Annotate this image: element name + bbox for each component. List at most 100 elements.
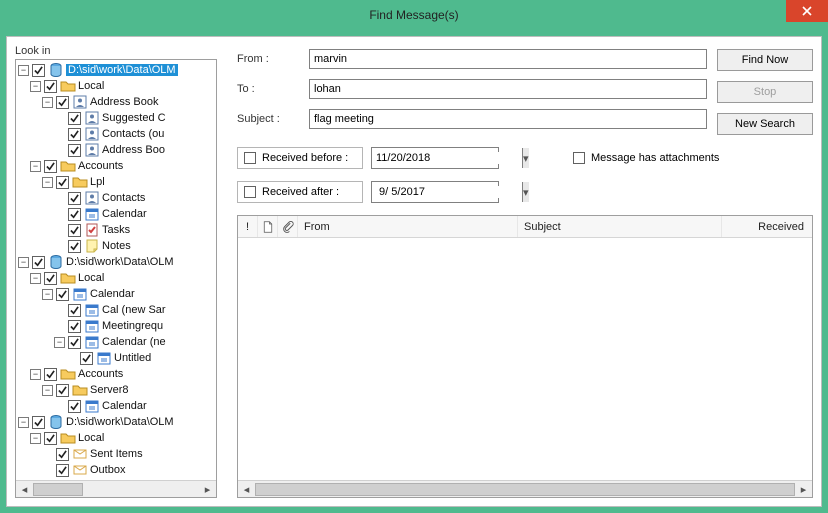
- tree-row[interactable]: −Local: [18, 78, 216, 94]
- collapse-icon[interactable]: −: [18, 257, 29, 268]
- tree-checkbox[interactable]: [68, 400, 81, 413]
- collapse-icon[interactable]: −: [42, 385, 53, 396]
- received-before-date[interactable]: ▾: [371, 147, 499, 169]
- tree-checkbox[interactable]: [68, 192, 81, 205]
- tree-checkbox[interactable]: [44, 160, 57, 173]
- tree-row[interactable]: Tasks: [18, 222, 216, 238]
- collapse-icon[interactable]: −: [30, 81, 41, 92]
- tree-row[interactable]: −D:\sid\work\Data\OLM: [18, 414, 216, 430]
- subject-input[interactable]: [309, 109, 707, 129]
- received-after-input[interactable]: [372, 186, 522, 198]
- collapse-icon[interactable]: −: [30, 273, 41, 284]
- tree-row[interactable]: −Server8: [18, 382, 216, 398]
- collapse-icon[interactable]: −: [18, 417, 29, 428]
- tree-row[interactable]: −Calendar: [18, 286, 216, 302]
- received-before-label: Received before :: [262, 152, 348, 164]
- received-after-checkbox[interactable]: [244, 186, 256, 198]
- tree-checkbox[interactable]: [68, 336, 81, 349]
- tree-checkbox[interactable]: [56, 384, 69, 397]
- col-received[interactable]: Received: [722, 216, 812, 237]
- tree-row[interactable]: −Local: [18, 270, 216, 286]
- tree-row[interactable]: Cal (new Sar: [18, 302, 216, 318]
- attachments-checkbox[interactable]: [573, 152, 585, 164]
- tree-checkbox[interactable]: [44, 80, 57, 93]
- chevron-down-icon[interactable]: ▾: [522, 182, 529, 202]
- tree-checkbox[interactable]: [68, 128, 81, 141]
- tree-row[interactable]: −D:\sid\work\Data\OLM: [18, 254, 216, 270]
- tree-row[interactable]: Calendar: [18, 398, 216, 414]
- tree-checkbox[interactable]: [56, 288, 69, 301]
- tree-row[interactable]: Notes: [18, 238, 216, 254]
- col-attach[interactable]: [278, 216, 298, 237]
- tree-checkbox[interactable]: [44, 368, 57, 381]
- tree-row[interactable]: −Calendar (ne: [18, 334, 216, 350]
- tree-row[interactable]: Suggested C: [18, 110, 216, 126]
- tree-checkbox[interactable]: [80, 352, 93, 365]
- tree-hscrollbar[interactable]: ◂ ▸: [16, 480, 216, 497]
- collapse-icon[interactable]: −: [42, 97, 53, 108]
- tree-row[interactable]: −D:\sid\work\Data\OLM: [18, 62, 216, 78]
- tree-row[interactable]: Meetingrequ: [18, 318, 216, 334]
- col-read[interactable]: [258, 216, 278, 237]
- tree-label: Notes: [102, 240, 131, 252]
- tree-checkbox[interactable]: [56, 448, 69, 461]
- tree-checkbox[interactable]: [32, 64, 45, 77]
- col-from[interactable]: From: [298, 216, 518, 237]
- tree-checkbox[interactable]: [44, 272, 57, 285]
- expander-blank: [54, 145, 65, 156]
- tree-checkbox[interactable]: [32, 416, 45, 429]
- to-input[interactable]: [309, 79, 707, 99]
- tree-checkbox[interactable]: [32, 256, 45, 269]
- received-before-input[interactable]: [372, 152, 522, 164]
- folder-tree[interactable]: −D:\sid\work\Data\OLM−Local−Address Book…: [15, 59, 217, 498]
- collapse-icon[interactable]: −: [30, 369, 41, 380]
- tree-row[interactable]: −Accounts: [18, 158, 216, 174]
- tree-label: Local: [78, 432, 104, 444]
- tree-checkbox[interactable]: [68, 320, 81, 333]
- tree-row[interactable]: Contacts (ou: [18, 126, 216, 142]
- tree-row[interactable]: Sent Items: [18, 446, 216, 462]
- tree-row[interactable]: − Local: [18, 430, 216, 446]
- tree-checkbox[interactable]: [56, 176, 69, 189]
- tree-checkbox[interactable]: [68, 112, 81, 125]
- close-button[interactable]: [786, 0, 828, 22]
- tree-checkbox[interactable]: [56, 464, 69, 477]
- collapse-icon[interactable]: −: [54, 337, 65, 348]
- chevron-down-icon[interactable]: ▾: [522, 148, 529, 168]
- tree-label: Tasks: [102, 224, 130, 236]
- tree-row[interactable]: Address Boo: [18, 142, 216, 158]
- tree-row[interactable]: −Accounts: [18, 366, 216, 382]
- tree-checkbox[interactable]: [68, 240, 81, 253]
- tree-row[interactable]: Contacts: [18, 190, 216, 206]
- results-list[interactable]: ! From Subject Received: [237, 215, 813, 498]
- tree-checkbox[interactable]: [56, 96, 69, 109]
- tree-row[interactable]: Calendar: [18, 206, 216, 222]
- subject-label: Subject :: [237, 113, 309, 125]
- tree-row[interactable]: −Lpl: [18, 174, 216, 190]
- col-subject[interactable]: Subject: [518, 216, 722, 237]
- find-now-button[interactable]: Find Now: [717, 49, 813, 71]
- tree-row[interactable]: Untitled: [18, 350, 216, 366]
- mail-icon: [72, 462, 88, 478]
- tree-row[interactable]: −Address Book: [18, 94, 216, 110]
- results-hscrollbar[interactable]: ◂ ▸: [238, 480, 812, 497]
- col-importance[interactable]: !: [238, 216, 258, 237]
- tree-checkbox[interactable]: [68, 144, 81, 157]
- received-after-date[interactable]: ▾: [371, 181, 499, 203]
- addr-icon: [84, 142, 100, 158]
- expander-blank: [54, 225, 65, 236]
- tree-checkbox[interactable]: [44, 432, 57, 445]
- collapse-icon[interactable]: −: [30, 433, 41, 444]
- tree-checkbox[interactable]: [68, 224, 81, 237]
- stop-button[interactable]: Stop: [717, 81, 813, 103]
- collapse-icon[interactable]: −: [18, 65, 29, 76]
- collapse-icon[interactable]: −: [42, 177, 53, 188]
- tree-row[interactable]: Outbox: [18, 462, 216, 478]
- tree-checkbox[interactable]: [68, 304, 81, 317]
- collapse-icon[interactable]: −: [42, 289, 53, 300]
- new-search-button[interactable]: New Search: [717, 113, 813, 135]
- received-before-checkbox[interactable]: [244, 152, 256, 164]
- collapse-icon[interactable]: −: [30, 161, 41, 172]
- tree-checkbox[interactable]: [68, 208, 81, 221]
- from-input[interactable]: [309, 49, 707, 69]
